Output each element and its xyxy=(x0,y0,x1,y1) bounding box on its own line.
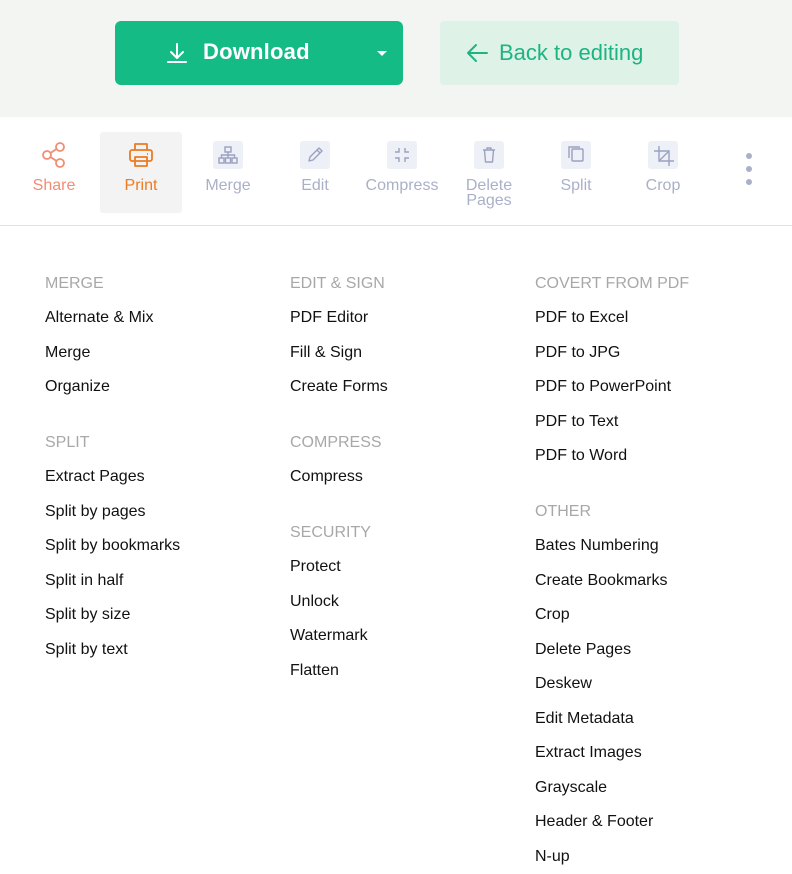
copy-icon xyxy=(568,146,584,162)
heading-convert-from-pdf: COVERT FROM PDF xyxy=(535,275,690,292)
menu-item-create-bookmarks[interactable]: Create Bookmarks xyxy=(535,572,668,590)
tool-label: Share xyxy=(32,177,76,194)
tool-label: Delete Pages xyxy=(465,177,513,209)
menu-item-grayscale[interactable]: Grayscale xyxy=(535,779,607,797)
heading-edit-sign: EDIT & SIGN xyxy=(290,275,385,292)
kebab-dot xyxy=(746,153,752,159)
heading-merge: MERGE xyxy=(45,275,104,292)
tool-label: Compress xyxy=(365,177,439,194)
menu-item-extract-images[interactable]: Extract Images xyxy=(535,744,642,762)
menu-item-merge[interactable]: Merge xyxy=(45,344,90,362)
menu-item-split-by-pages[interactable]: Split by pages xyxy=(45,503,146,521)
download-icon xyxy=(167,43,187,63)
top-bar: Download Back to editing xyxy=(0,0,792,117)
menu-item-pdf-to-word[interactable]: PDF to Word xyxy=(535,447,627,465)
menu-item-header-footer[interactable]: Header & Footer xyxy=(535,813,653,831)
menu-item-n-up[interactable]: N-up xyxy=(535,848,570,866)
back-to-editing-button[interactable]: Back to editing xyxy=(440,21,679,85)
menu-item-split-in-half[interactable]: Split in half xyxy=(45,572,123,590)
print-icon xyxy=(129,143,153,167)
tool-label: Merge xyxy=(205,177,251,194)
tool-split[interactable]: Split xyxy=(535,132,617,213)
tool-crop[interactable]: Crop xyxy=(622,132,704,213)
menu-item-deskew[interactable]: Deskew xyxy=(535,675,592,693)
tool-label: Edit xyxy=(301,177,329,194)
menu-item-unlock[interactable]: Unlock xyxy=(290,593,339,611)
heading-split: SPLIT xyxy=(45,434,90,451)
menu-item-split-by-size[interactable]: Split by size xyxy=(45,606,130,624)
menu-item-split-by-bookmarks[interactable]: Split by bookmarks xyxy=(45,537,180,555)
heading-compress: COMPRESS xyxy=(290,434,382,451)
menu-item-bates-numbering[interactable]: Bates Numbering xyxy=(535,537,659,555)
menu-item-alternate-mix[interactable]: Alternate & Mix xyxy=(45,309,153,327)
tool-label: Split xyxy=(560,177,592,194)
menu-item-protect[interactable]: Protect xyxy=(290,558,341,576)
tool-label: Crop xyxy=(645,177,681,194)
tools-menu: MERGE Alternate & Mix Merge Organize SPL… xyxy=(0,227,792,874)
arrow-left-icon xyxy=(467,44,488,62)
download-button[interactable]: Download xyxy=(115,21,403,85)
tool-print[interactable]: Print xyxy=(100,132,182,213)
menu-item-crop[interactable]: Crop xyxy=(535,606,570,624)
menu-item-extract-pages[interactable]: Extract Pages xyxy=(45,468,145,486)
menu-item-pdf-editor[interactable]: PDF Editor xyxy=(290,309,368,327)
menu-item-pdf-to-text[interactable]: PDF to Text xyxy=(535,413,618,431)
kebab-dot xyxy=(746,166,752,172)
sitemap-icon xyxy=(218,146,238,164)
menu-item-pdf-to-excel[interactable]: PDF to Excel xyxy=(535,309,628,327)
tool-label: Print xyxy=(124,177,158,194)
back-to-editing-label: Back to editing xyxy=(499,40,644,65)
share-icon xyxy=(42,142,65,168)
menu-item-compress[interactable]: Compress xyxy=(290,468,363,486)
menu-item-watermark[interactable]: Watermark xyxy=(290,627,368,645)
crop-icon xyxy=(654,146,674,166)
menu-item-pdf-to-jpg[interactable]: PDF to JPG xyxy=(535,344,620,362)
chevron-down-icon[interactable] xyxy=(377,51,387,56)
tool-delete-pages[interactable]: Delete Pages xyxy=(448,132,530,213)
menu-item-pdf-to-powerpoint[interactable]: PDF to PowerPoint xyxy=(535,378,671,396)
trash-icon xyxy=(483,147,495,163)
menu-item-organize[interactable]: Organize xyxy=(45,378,110,396)
download-label: Download xyxy=(203,39,310,64)
compress-icon xyxy=(395,148,409,162)
kebab-menu-icon[interactable] xyxy=(740,153,758,189)
menu-item-fill-sign[interactable]: Fill & Sign xyxy=(290,344,362,362)
menu-item-flatten[interactable]: Flatten xyxy=(290,662,339,680)
menu-item-edit-metadata[interactable]: Edit Metadata xyxy=(535,710,634,728)
tool-edit[interactable]: Edit xyxy=(274,132,356,213)
heading-security: SECURITY xyxy=(290,524,371,541)
pencil-icon xyxy=(308,147,323,162)
heading-other: OTHER xyxy=(535,503,591,520)
menu-item-delete-pages[interactable]: Delete Pages xyxy=(535,641,631,659)
menu-item-split-by-text[interactable]: Split by text xyxy=(45,641,128,659)
kebab-dot xyxy=(746,179,752,185)
tool-compress[interactable]: Compress xyxy=(361,132,443,213)
tool-bar: Share Print Merge Edit Compress Delete P… xyxy=(0,117,792,226)
tool-merge[interactable]: Merge xyxy=(187,132,269,213)
tool-share[interactable]: Share xyxy=(13,132,95,213)
menu-item-create-forms[interactable]: Create Forms xyxy=(290,378,388,396)
